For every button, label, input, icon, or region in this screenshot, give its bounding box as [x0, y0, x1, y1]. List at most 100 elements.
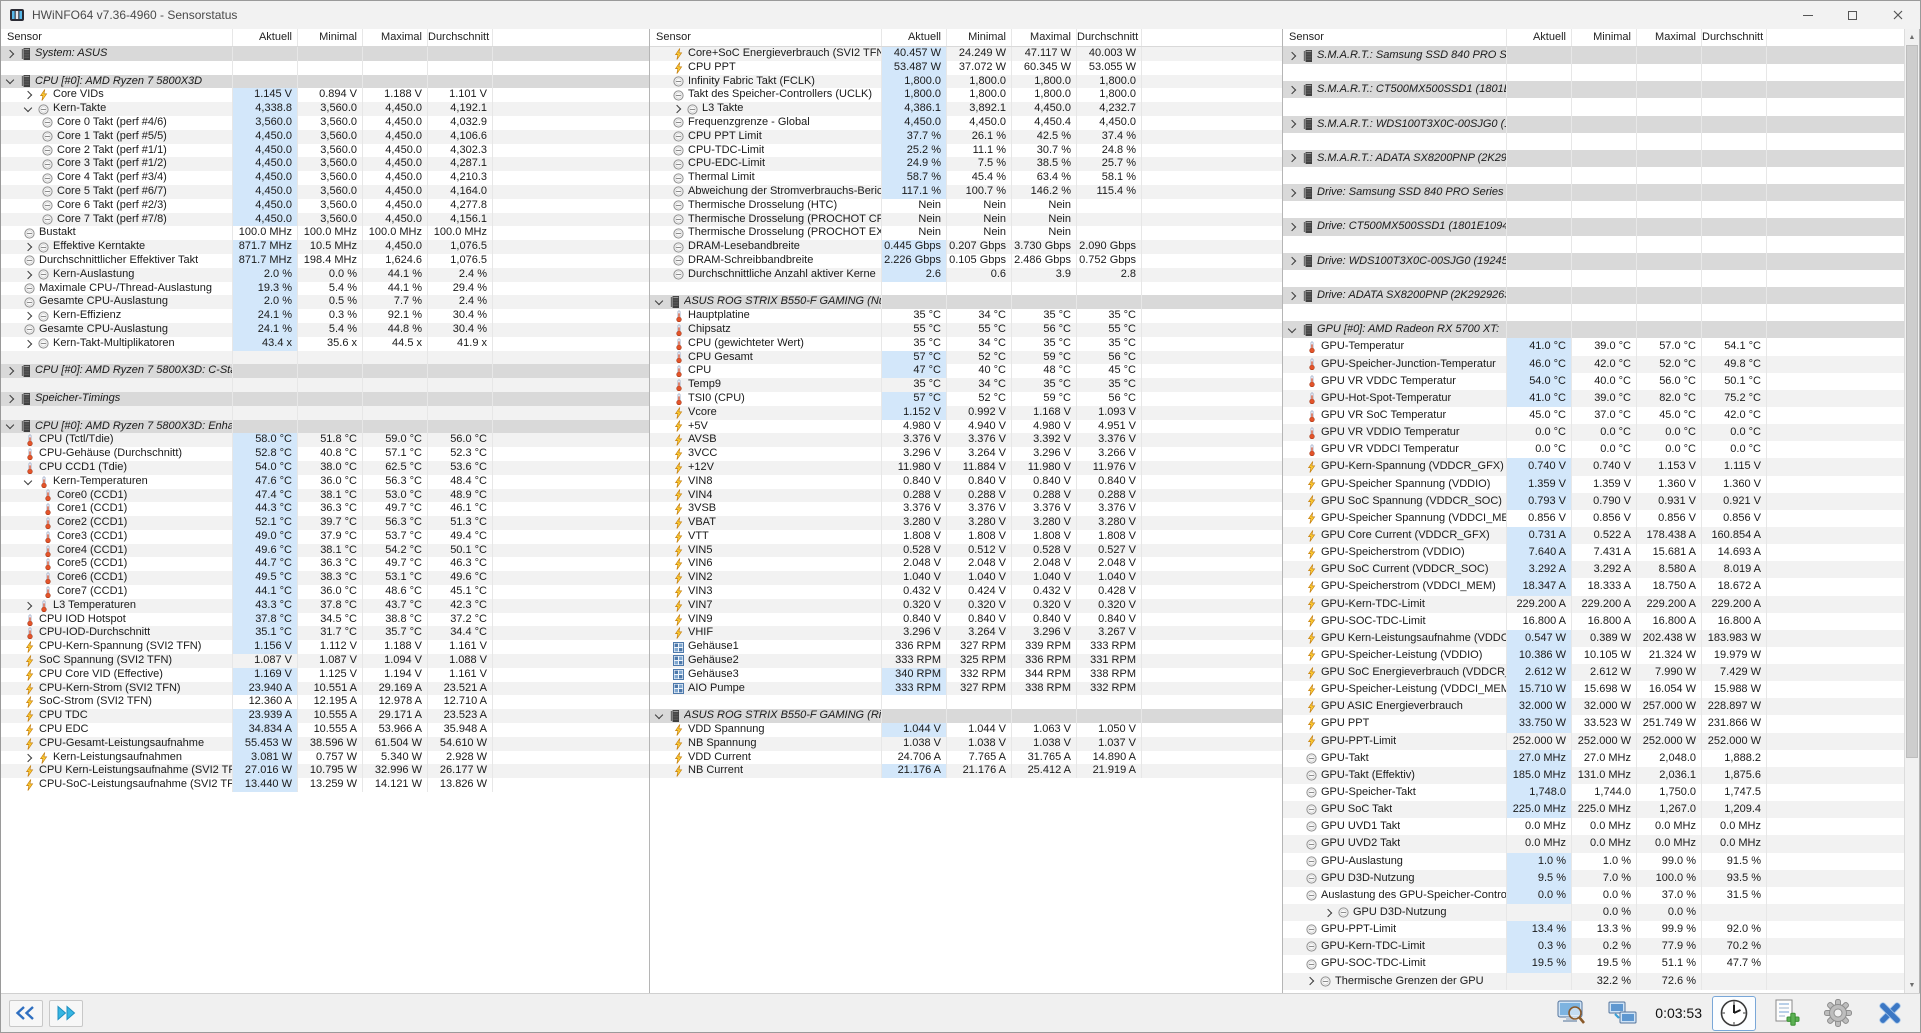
sensor-row[interactable]: GPU-Speicherstrom (VDDIO) 7.640 A 7.431 A1… [1283, 544, 1919, 562]
vertical-scrollbar[interactable]: ▲ ▼ [1904, 29, 1919, 993]
sensor-row[interactable]: GPU Kern-Leistungsaufnahme (VDDCR_GFX)0.… [1283, 629, 1919, 647]
sensor-row[interactable]: Thermische Drosselung (PROCHOT EXT) Nein N… [650, 226, 1282, 241]
sensor-list[interactable]: Core+SoC Energieverbrauch (SVI2 TFN) 40.4… [650, 47, 1282, 993]
column-header-aktuell[interactable]: Aktuell [232, 29, 297, 46]
sensor-row[interactable]: VIN5 0.528 V 0.512 V 0.528 V 0.527 V [650, 543, 1282, 558]
sensor-row[interactable]: CPU-Kern-Spannung (SVI2 TFN) 1.156 V 1.112… [1, 640, 649, 655]
sensor-row[interactable]: SoC-Strom (SVI2 TFN) 12.360 A 12.195 A 12.9… [1, 695, 649, 710]
chevron-right-icon[interactable] [23, 91, 33, 100]
sensor-row[interactable]: GPU-Takt (Effektiv) 185.0 MHz 131.0 MHz 2,0… [1283, 766, 1919, 785]
sensor-row[interactable]: CPU-TDC-Limit 25.2 % 11.1 % 30.7 % 24.8 % [650, 143, 1282, 158]
sensor-row[interactable]: Chipsatz 55 °C 55 °C 56 °C 55 °C [650, 322, 1282, 337]
sensor-row[interactable]: Thermische Drosselung (PROCHOT CPU) Nein N… [650, 212, 1282, 227]
chevron-right-icon[interactable] [1287, 119, 1297, 129]
remote-monitors-button[interactable] [1601, 996, 1645, 1031]
sensor-row[interactable]: Maximale CPU-/Thread-Auslastung 19.3 % 5.4… [1, 281, 649, 296]
titlebar[interactable]: HWiNFO64 v7.36-4960 - Sensorstatus [1, 1, 1920, 29]
sensor-row[interactable]: Bustakt 100.0 MHz 100.0 MHz 100.0 MHz 100.0 … [1, 226, 649, 241]
chevron-right-icon[interactable] [23, 270, 33, 279]
sensor-row[interactable]: Abweichung der Stromverbrauchs-Berichter… [650, 184, 1282, 199]
sensor-group-row[interactable]: ASUS ROG STRIX B550-F GAMING (Nuvoton ..… [650, 295, 1282, 310]
sensor-row[interactable]: Core0 (CCD1) 47.4 °C 38.1 °C 53.0 °C 48.9 °C [1, 488, 649, 503]
chevron-down-icon[interactable] [654, 710, 664, 720]
sensor-row[interactable]: L3 Temperaturen 43.3 °C 37.8 °C 43.7 °C 42.3… [1, 598, 649, 613]
sensor-row[interactable]: Core5 (CCD1) 44.7 °C 36.3 °C 49.7 °C 46.3 °C [1, 557, 649, 572]
sensor-row[interactable]: Gesamte CPU-Auslastung 2.0 % 0.5 % 7.7 % 2.4… [1, 295, 649, 310]
chevron-down-icon[interactable] [654, 296, 664, 306]
sensor-row[interactable]: Durchschnittliche Anzahl aktiver Kerne 2.… [650, 267, 1282, 282]
sensor-group-row[interactable]: GPU [#0]: AMD Radeon RX 5700 XT: [1283, 321, 1919, 339]
chevron-right-icon[interactable] [5, 49, 15, 59]
sensor-row[interactable]: CPU (gewichteter Wert) 35 °C 34 °C 35 °C 35 … [650, 336, 1282, 351]
close-button[interactable] [1875, 1, 1920, 29]
sensor-row[interactable]: NB Spannung 1.038 V 1.038 V 1.038 V 1.037 V [650, 736, 1282, 751]
sensor-row[interactable]: GPU VR SoC Temperatur 45.0 °C 37.0 °C 45.0 … [1283, 406, 1919, 425]
sensor-row[interactable]: CPU (Tctl/Tdie) 58.0 °C 51.8 °C 59.0 °C 56.0… [1, 433, 649, 448]
sensor-row[interactable]: VHIF 3.296 V 3.264 V 3.296 V 3.267 V [650, 626, 1282, 641]
column-header-aktuell[interactable]: Aktuell [1506, 29, 1571, 46]
sensor-row[interactable]: DRAM-Lesebandbreite 0.445 Gbps 0.207 Gbps 3… [650, 240, 1282, 254]
sensor-row[interactable]: Core 4 Takt (perf #3/4) 4,450.0 MHz3,560.… [1, 171, 649, 185]
sensor-row[interactable]: CPU-Gesamt-Leistungsaufnahme 55.453 W 38.5… [1, 736, 649, 751]
sensor-row[interactable]: Infinity Fabric Takt (FCLK)1,800.0 MHz1,… [650, 74, 1282, 89]
sensor-row[interactable]: GPU-Kern-Spannung (VDDCR_GFX) 0.740 V 0.74… [1283, 458, 1919, 476]
chevron-right-icon[interactable] [1305, 976, 1315, 986]
sensor-row[interactable]: Frequenzgrenze - Global4,450.0 MHz4,450.… [650, 115, 1282, 130]
chevron-right-icon[interactable] [23, 311, 33, 321]
add-report-button[interactable] [1764, 996, 1808, 1031]
sensor-row[interactable]: GPU UVD2 Takt 0.0 MHz 0.0 MHz 0.0 MHz 0.0 MH… [1283, 835, 1919, 853]
chevron-right-icon[interactable] [23, 339, 33, 348]
sensor-row[interactable]: Core7 (CCD1) 44.1 °C 36.0 °C 48.6 °C 45.1 °C [1, 585, 649, 599]
chevron-right-icon[interactable] [5, 394, 15, 404]
sensor-row[interactable]: Core2 (CCD1) 52.1 °C 39.7 °C 56.3 °C 51.3 °C [1, 516, 649, 530]
sensor-group-row[interactable]: Drive: Samsung SSD 840 PRO Series (S12UN… [1283, 184, 1919, 202]
sensor-row[interactable]: GPU-Speicher-Leistung (VDDIO) 10.386 W 10.… [1283, 646, 1919, 665]
sensor-group-row[interactable]: Speicher-Timings [1, 391, 649, 406]
sensor-row[interactable]: GPU-Kern-TDC-Limit 229.200 A 229.200 A 229.… [1283, 595, 1919, 613]
sensor-group-row[interactable]: Drive: WDS100T3X0C-00SJG0 (19245B803279) [1283, 252, 1919, 270]
sensor-row[interactable]: Kern-Takt-Multiplikatoren 43.4 x 35.6 x 44.… [1, 336, 649, 351]
sensor-row[interactable]: GPU-Auslastung 1.0 % 1.0 % 99.0 % 91.5 % [1283, 852, 1919, 870]
column-header-maximal[interactable]: Maximal [1636, 29, 1701, 46]
sensor-row[interactable]: Core 0 Takt (perf #4/6) 3,560.0 MHz3,560.… [1, 115, 649, 130]
column-header-sensor[interactable]: Sensor [1283, 29, 1506, 46]
sensor-row[interactable]: Gesamte CPU-Auslastung 24.1 % 5.4 % 44.8 % 3… [1, 322, 649, 337]
sensor-group-row[interactable]: ASUS ROG STRIX B550-F GAMING (Richtek R.… [650, 709, 1282, 724]
sensor-row[interactable]: Core+SoC Energieverbrauch (SVI2 TFN) 40.4… [650, 47, 1282, 61]
settings-button[interactable] [1816, 996, 1860, 1031]
chevron-right-icon[interactable] [23, 753, 33, 762]
sensor-row[interactable]: 3VSB 3.376 V 3.376 V 3.376 V 3.376 V [650, 502, 1282, 517]
clock-toggle-button[interactable] [1712, 995, 1756, 1031]
sensor-row[interactable]: GPU PPT 33.750 W 33.523 W 251.749 W 231.866 … [1283, 715, 1919, 733]
sensor-group-row[interactable]: S.M.A.R.T.: Samsung SSD 840 PRO Series (… [1283, 47, 1919, 65]
sensor-row[interactable]: Kern-Auslastung 2.0 % 0.0 % 44.1 % 2.4 % [1, 267, 649, 282]
sensor-row[interactable]: VIN2 1.040 V 1.040 V 1.040 V 1.040 V [650, 571, 1282, 586]
sensor-row[interactable]: GPU-Speicher-Leistung (VDDCI_MEM) 15.710 … [1283, 681, 1919, 699]
scrollbar-down-arrow-icon[interactable]: ▼ [1905, 977, 1919, 993]
sensor-row[interactable]: Gehäuse2 333 RPM 325 RPM 336 RPM 331 RPM [650, 654, 1282, 668]
chevron-right-icon[interactable] [1287, 85, 1297, 95]
sensor-row[interactable]: Kern-Takte 4,338.8 MHz3,560.0 MHz4,450.0 … [1, 102, 649, 116]
sensor-row[interactable]: Core3 (CCD1) 49.0 °C 37.9 °C 53.7 °C 49.4 °C [1, 529, 649, 544]
sensor-row[interactable]: GPU SoC Energieverbrauch (VDDCR_SOC)2.61… [1283, 664, 1919, 682]
column-header-minimal[interactable]: Minimal [297, 29, 362, 46]
sensor-group-row[interactable]: S.M.A.R.T.: ADATA SX8200PNP (2K292926S..… [1283, 149, 1919, 167]
sensor-group-row[interactable]: S.M.A.R.T.: WDS100T3X0C-00SJG0 (19245B..… [1283, 115, 1919, 133]
column-header-sensor[interactable]: Sensor [1, 29, 232, 46]
minimize-button[interactable] [1785, 1, 1830, 29]
screen-magnifier-button[interactable] [1549, 996, 1593, 1031]
maximize-button[interactable] [1830, 1, 1875, 29]
sensor-row[interactable]: GPU-Temperatur 41.0 °C 39.0 °C 57.0 °C 54.1 … [1283, 338, 1919, 356]
sensor-row[interactable]: VBAT 3.280 V 3.280 V 3.280 V 3.280 V [650, 516, 1282, 530]
sensor-row[interactable]: VIN3 0.432 V 0.424 V 0.432 V 0.428 V [650, 585, 1282, 599]
sensor-row[interactable]: Core6 (CCD1) 49.5 °C 38.3 °C 53.1 °C 49.6 °C [1, 571, 649, 586]
sensor-row[interactable]: L3 Takte 4,386.1 MHz3,892.1 MHz4,450.0 MH… [650, 102, 1282, 116]
sensor-row[interactable]: Auslastung des GPU-Speicher-Controllers0… [1283, 886, 1919, 905]
sensor-row[interactable]: Core 2 Takt (perf #1/1) 4,450.0 MHz3,560.… [1, 143, 649, 158]
sensor-row[interactable]: GPU VR VDDIO Temperatur 0.0 °C 0.0 °C 0.0 °… [1283, 424, 1919, 442]
chevron-right-icon[interactable] [1287, 188, 1297, 197]
sensor-row[interactable]: Core 5 Takt (perf #6/7) 4,450.0 MHz3,560.… [1, 184, 649, 199]
sensor-row[interactable]: CPU Gesamt 57 °C 52 °C 59 °C 56 °C [650, 350, 1282, 365]
sensor-row[interactable]: GPU VR VDDC Temperatur 54.0 °C 40.0 °C 56.0… [1283, 372, 1919, 390]
sensor-row[interactable]: Core 6 Takt (perf #2/3) 4,450.0 MHz3,560.… [1, 198, 649, 213]
